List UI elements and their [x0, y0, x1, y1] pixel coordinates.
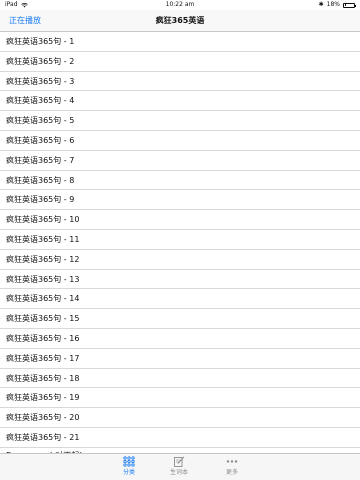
- list-item[interactable]: 疯狂英语365句 - 14: [0, 289, 360, 310]
- list-item[interactable]: 疯狂英语365句 - 19: [0, 388, 360, 409]
- list-item[interactable]: 疯狂英语365句 - 9: [0, 190, 360, 211]
- list-item[interactable]: 疯狂英语365句 - 7: [0, 151, 360, 171]
- list-item[interactable]: 疯狂英语365句 - 21: [0, 428, 360, 448]
- list-item[interactable]: 疯狂英语365句 - 2: [0, 52, 360, 72]
- list-item[interactable]: 疯狂英语365句 - 10: [0, 210, 360, 230]
- tab-more[interactable]: 更多: [217, 456, 247, 476]
- status-bar: iPad 10:22 am ✱ 18%: [0, 0, 360, 10]
- status-time: 10:22 am: [165, 1, 195, 8]
- tab-category-label: 分类: [122, 469, 135, 476]
- now-playing-button[interactable]: 正在播放: [9, 10, 41, 31]
- list-item[interactable]: 疯狂英语365句 - 6: [0, 131, 360, 151]
- list-item[interactable]: 疯狂英语365句 - 17: [0, 349, 360, 369]
- more-dots-icon: [226, 460, 238, 463]
- list-item[interactable]: 疯狂英语365句 - 15: [0, 309, 360, 329]
- list-item[interactable]: 疯狂英语365句 - 16: [0, 329, 360, 349]
- tab-vocabulary[interactable]: 生词本: [164, 456, 194, 476]
- list-item[interactable]: 疯狂英语365句 - 8: [0, 171, 360, 191]
- list-item[interactable]: 疯狂英语365句 - 20: [0, 408, 360, 428]
- page-title: 疯狂365英语: [155, 16, 205, 25]
- list-item[interactable]: 疯狂英语365句 - 1: [0, 32, 360, 52]
- list-item[interactable]: 疯狂英语365句 - 18: [0, 369, 360, 389]
- bluetooth-icon: ✱: [318, 1, 324, 8]
- navigation-bar: 正在播放 疯狂365英语: [0, 10, 360, 32]
- tab-bar: 分类 生词本 更多: [0, 453, 360, 480]
- status-right: ✱ 18%: [318, 0, 356, 10]
- list-item[interactable]: 疯狂英语365句 - 3: [0, 72, 360, 92]
- tab-vocabulary-label: 生词本: [169, 469, 188, 476]
- notebook-edit-icon: [174, 456, 185, 467]
- battery-percent: 18%: [326, 1, 340, 8]
- list-item[interactable]: 疯狂英语365句 - 5: [0, 111, 360, 131]
- grid-icon: [123, 456, 135, 467]
- lesson-list[interactable]: 疯狂英语365句 - 1 疯狂英语365句 - 2 疯狂英语365句 - 3 疯狂英语…: [0, 32, 360, 453]
- tab-category[interactable]: 分类: [114, 456, 144, 476]
- list-item[interactable]: 疯狂英语365句 - 12: [0, 250, 360, 270]
- list-item[interactable]: 疯狂英语365句 - 11: [0, 230, 360, 250]
- list-item[interactable]: 疯狂英语365句 - 13: [0, 270, 360, 290]
- battery-icon: [343, 2, 356, 8]
- tab-more-label: 更多: [225, 469, 238, 476]
- list-item[interactable]: 疯狂英语365句 - 4: [0, 91, 360, 112]
